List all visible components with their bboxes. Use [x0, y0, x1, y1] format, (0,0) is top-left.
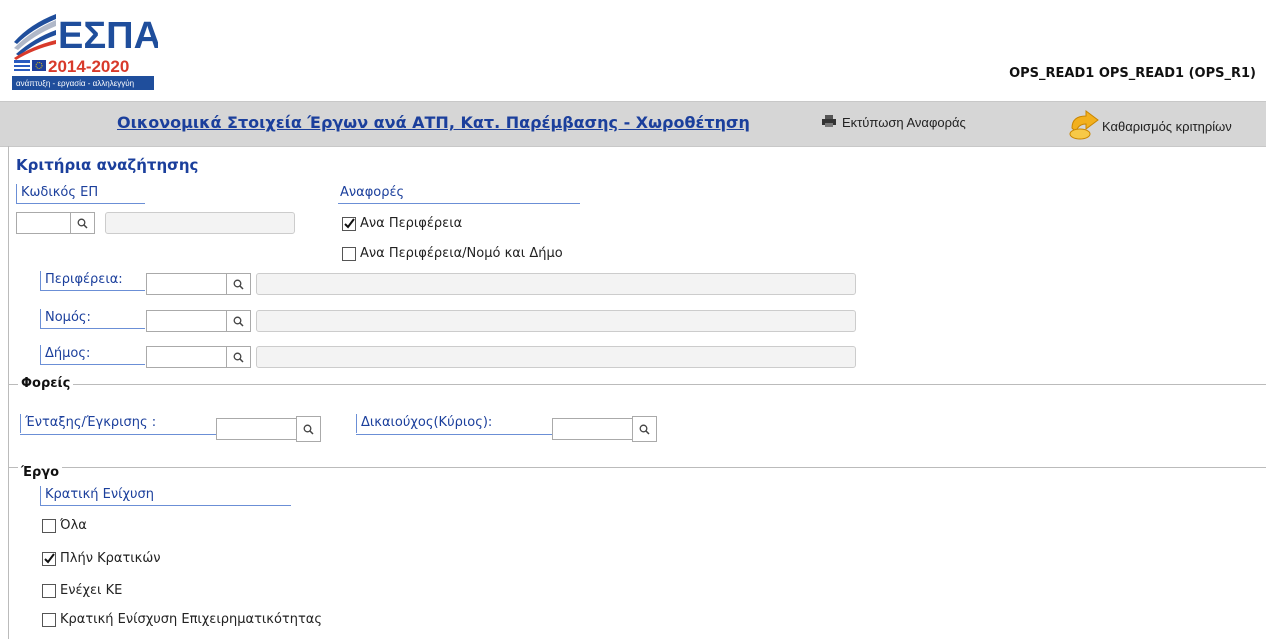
code-ep-input[interactable] [16, 212, 70, 234]
state-aid-label: Κρατική Ενίχυση [40, 486, 291, 506]
state-aid-business-option[interactable]: Κρατική Ενίσχυση Επιχειρηματικότητας [42, 612, 322, 627]
approval-input[interactable] [216, 418, 296, 440]
code-ep-label: Κωδικός ΕΠ [16, 184, 145, 204]
search-icon [639, 424, 650, 435]
state-aid-all-option[interactable]: Όλα [42, 518, 87, 533]
beneficiary-input[interactable] [552, 418, 632, 440]
region-label: Περιφέρεια: [40, 271, 145, 291]
state-aid-involves-option[interactable]: Ενέχει ΚΕ [42, 583, 122, 598]
report-by-region-label: Ανα Περιφέρεια [360, 216, 463, 231]
search-criteria-title: Κριτήρια αναζήτησης [16, 156, 199, 174]
beneficiary-search-button[interactable] [632, 416, 657, 442]
report-by-region-prefecture-checkbox[interactable] [342, 246, 356, 261]
municipality-search-button[interactable] [226, 346, 251, 368]
report-by-region-checkbox[interactable] [342, 216, 356, 231]
bodies-fieldset-border [8, 384, 1266, 385]
state-aid-involves-label: Ενέχει ΚΕ [60, 583, 123, 598]
project-fieldset-border [8, 467, 1266, 468]
left-border [8, 146, 9, 639]
svg-text:2014-2020: 2014-2020 [48, 57, 129, 76]
state-aid-except-state-option[interactable]: Πλήν Κρατικών [42, 551, 160, 566]
municipality-lookup [146, 346, 251, 368]
state-aid-except-state-checkbox[interactable] [42, 551, 56, 566]
search-icon [233, 316, 244, 327]
svg-text:ΕΣΠΑ: ΕΣΠΑ [58, 15, 158, 57]
prefecture-input[interactable] [146, 310, 226, 332]
search-icon [303, 424, 314, 435]
clear-criteria-label: Καθαρισμός κριτηρίων [1102, 119, 1232, 134]
refresh-arrow-icon [1068, 110, 1100, 143]
municipality-label: Δήμος: [40, 345, 145, 365]
user-info: OPS_READ1 OPS_READ1 (OPS_R1) [1009, 66, 1256, 81]
espa-logo: ΕΣΠΑ 2014-2020 ανάπτυξη - εργασία - αλλη… [12, 8, 161, 92]
prefecture-search-button[interactable] [226, 310, 251, 332]
clear-criteria-button[interactable]: Καθαρισμός κριτηρίων [1068, 110, 1232, 143]
municipality-description [256, 346, 856, 368]
svg-text:ανάπτυξη - εργασία - αλληλεγγύ: ανάπτυξη - εργασία - αλληλεγγύη [16, 79, 134, 88]
reports-label: Αναφορές [338, 184, 580, 204]
report-title-bar: Οικονομικά Στοιχεία Έργων ανά ΑΤΠ, Κατ. … [0, 101, 1266, 147]
print-report-button[interactable]: Εκτύπωση Αναφοράς [822, 115, 966, 130]
code-ep-search-button[interactable] [70, 212, 95, 234]
print-report-label: Εκτύπωση Αναφοράς [842, 115, 966, 130]
state-aid-business-label: Κρατική Ενίσχυση Επιχειρηματικότητας [60, 612, 322, 627]
region-lookup [146, 273, 251, 295]
search-icon [233, 279, 244, 290]
approval-label: Ένταξης/Έγκρισης : [20, 414, 219, 433]
report-by-region-prefecture-option[interactable]: Ανα Περιφέρεια/Νομό και Δήμο [342, 246, 563, 261]
region-input[interactable] [146, 273, 226, 295]
state-aid-involves-checkbox[interactable] [42, 583, 56, 598]
code-ep-description [105, 212, 295, 234]
state-aid-business-checkbox[interactable] [42, 612, 56, 627]
report-title-link[interactable]: Οικονομικά Στοιχεία Έργων ανά ΑΤΠ, Κατ. … [117, 113, 750, 132]
bodies-legend: Φορείς [18, 376, 74, 391]
region-description [256, 273, 856, 295]
search-icon [77, 218, 88, 229]
report-by-region-prefecture-label: Ανα Περιφέρεια/Νομό και Δήμο [360, 246, 563, 261]
beneficiary-label: Δικαιούχος(Κύριος): [356, 414, 553, 433]
printer-icon [822, 115, 836, 130]
state-aid-all-checkbox[interactable] [42, 518, 56, 533]
code-ep-lookup [16, 212, 95, 234]
prefecture-description [256, 310, 856, 332]
project-legend: Έργο [18, 465, 63, 480]
beneficiary-label-underline [356, 434, 552, 435]
state-aid-except-state-label: Πλήν Κρατικών [60, 551, 161, 566]
prefecture-label: Νομός: [40, 309, 145, 329]
report-by-region-option[interactable]: Ανα Περιφέρεια [342, 216, 462, 231]
approval-label-underline [20, 434, 216, 435]
search-icon [233, 352, 244, 363]
municipality-input[interactable] [146, 346, 226, 368]
approval-lookup [216, 416, 321, 442]
state-aid-all-label: Όλα [60, 518, 87, 533]
prefecture-lookup [146, 310, 251, 332]
approval-search-button[interactable] [296, 416, 321, 442]
region-search-button[interactable] [226, 273, 251, 295]
beneficiary-lookup [552, 416, 657, 442]
